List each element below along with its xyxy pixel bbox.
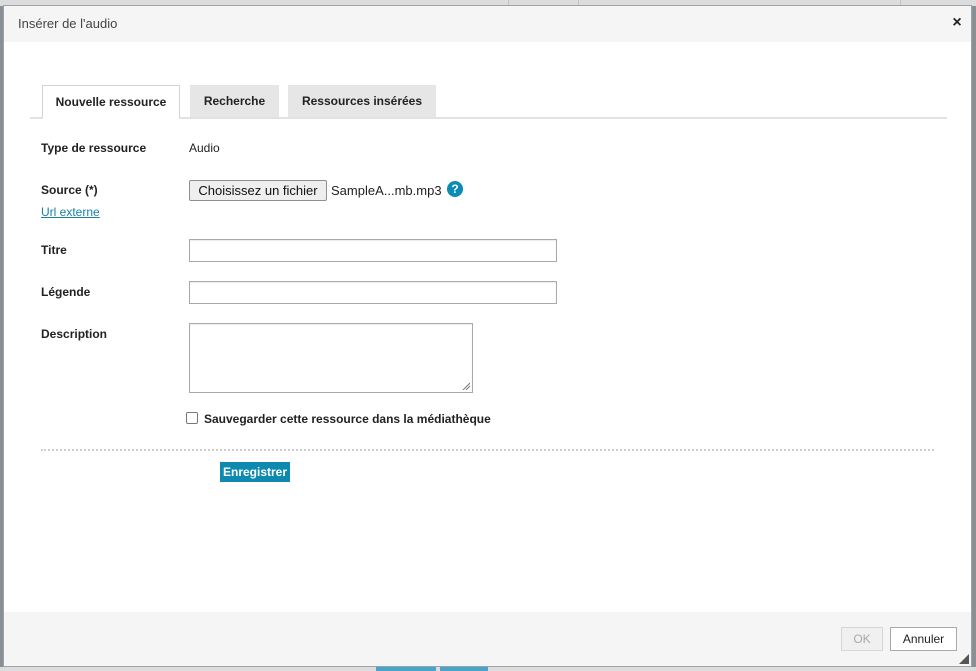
- description-textarea[interactable]: [189, 323, 473, 393]
- help-icon[interactable]: ?: [447, 181, 463, 197]
- caption-input[interactable]: [189, 281, 557, 304]
- resource-type-label: Type de ressource: [41, 141, 147, 155]
- resize-grip-icon[interactable]: [462, 382, 470, 390]
- tab-search[interactable]: Recherche: [190, 85, 279, 117]
- dialog-footer: OK Annuler: [4, 612, 971, 666]
- ok-button[interactable]: OK: [841, 627, 883, 651]
- insert-audio-dialog: Insérer de l'audio × Nouvelle ressource …: [3, 5, 972, 667]
- background-page-strip-bottom: [0, 667, 976, 671]
- dialog-title: Insérer de l'audio: [18, 16, 118, 31]
- external-url-link[interactable]: Url externe: [41, 205, 100, 219]
- tab-inserted-resources[interactable]: Ressources insérées: [288, 85, 436, 117]
- background-cell: [440, 667, 488, 671]
- choose-file-button[interactable]: Choisissez un fichier: [189, 180, 327, 201]
- form-divider: [41, 449, 934, 451]
- dialog-titlebar[interactable]: Insérer de l'audio ×: [4, 6, 971, 42]
- title-input[interactable]: [189, 239, 557, 262]
- save-to-library-label[interactable]: Sauvegarder cette ressource dans la médi…: [204, 412, 491, 426]
- resource-type-value: Audio: [189, 141, 220, 155]
- save-button[interactable]: Enregistrer: [220, 462, 290, 482]
- close-icon[interactable]: ×: [949, 15, 965, 31]
- source-label: Source (*): [41, 183, 98, 197]
- title-label: Titre: [41, 243, 67, 257]
- tab-new-resource[interactable]: Nouvelle ressource: [42, 85, 180, 119]
- cancel-button[interactable]: Annuler: [890, 627, 957, 651]
- dialog-resize-icon[interactable]: [959, 654, 969, 664]
- background-cell: [376, 667, 436, 671]
- caption-label: Légende: [41, 285, 91, 299]
- save-to-library-checkbox[interactable]: [186, 412, 198, 424]
- description-label: Description: [41, 327, 108, 341]
- selected-file-name: SampleA...mb.mp3: [331, 183, 442, 198]
